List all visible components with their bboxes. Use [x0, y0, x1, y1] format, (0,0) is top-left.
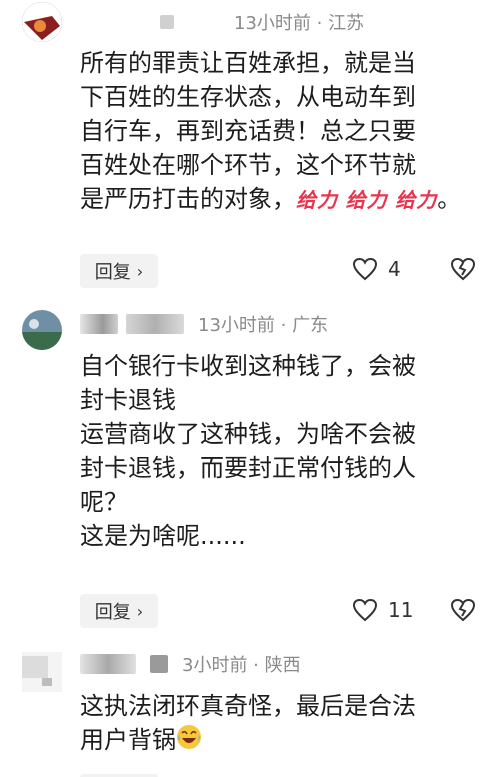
comment-time-location: 13小时前 · 江苏 [234, 13, 365, 34]
like-button[interactable]: 11 [352, 598, 413, 622]
avatar[interactable] [22, 2, 62, 42]
comment-meta: 13小时前 · 江苏 [160, 9, 364, 35]
sticker-word: 给力 [345, 188, 388, 212]
comment-line: 是严历打击的对象， [80, 185, 296, 213]
comment-line: 自个银行卡收到这种钱了，会被 [80, 352, 416, 380]
comment-line-last: 是严历打击的对象，给力 给力 给力。 [80, 182, 475, 217]
comment-time-location: 13小时前 · 广东 [198, 315, 329, 336]
comment-meta: 13小时前 · 广东 [80, 311, 328, 337]
username-redacted [80, 654, 136, 674]
reply-label: 回复 [94, 602, 131, 623]
comment-line: 所有的罪责让百姓承担，就是当 [80, 49, 416, 77]
comment-text: 自个银行卡收到这种钱了，会被 封卡退钱 运营商收了这种钱，为啥不会被 封卡退钱，… [80, 349, 475, 553]
heart-outline-icon [352, 257, 378, 281]
avatar[interactable] [22, 310, 62, 350]
username-redacted [160, 15, 174, 29]
avatar-image [22, 652, 62, 692]
like-count: 11 [388, 598, 414, 622]
avatar[interactable] [22, 652, 62, 692]
sticker-word: 给力 [395, 188, 438, 212]
username-redacted [126, 314, 184, 334]
comment-text: 所有的罪责让百姓承担，就是当 下百姓的生存状态，从电动车到 自行车，再到充话费！… [80, 46, 475, 217]
broken-heart-icon [450, 257, 476, 281]
crying-laughing-emoji [176, 724, 202, 759]
like-button[interactable]: 4 [352, 257, 401, 281]
username-redacted [150, 655, 168, 673]
comment-line: 用户背锅 [80, 726, 176, 754]
like-count: 4 [388, 257, 401, 281]
comment-line: 下百姓的生存状态，从电动车到 [80, 83, 416, 111]
avatar-image [22, 310, 62, 350]
comment-line: 百姓处在哪个环节，这个环节就 [80, 151, 416, 179]
comment-line: 封卡退钱，而要封正常付钱的人 [80, 454, 416, 482]
chevron-right-icon: › [136, 601, 144, 621]
sticker-word: 给力 [296, 188, 338, 212]
end-mark: 。 [437, 185, 462, 213]
chevron-right-icon: › [136, 261, 144, 281]
comment-line: 自行车，再到充话费！总之只要 [80, 117, 416, 145]
comment-line: 呢？ [80, 488, 128, 516]
comment-meta: 3小时前 · 陕西 [80, 651, 301, 677]
dislike-button[interactable] [450, 257, 476, 285]
broken-heart-icon [450, 598, 476, 622]
username-redacted [80, 314, 118, 334]
comment-line: 这是为啥呢...... [80, 522, 246, 550]
reply-label: 回复 [94, 262, 131, 283]
comment-line: 这执法闭环真奇怪，最后是合法 [80, 692, 416, 720]
comment-line: 运营商收了这种钱，为啥不会被 [80, 420, 416, 448]
reply-button[interactable]: 回复 › [80, 594, 158, 628]
comment-2: 13小时前 · 广东 自个银行卡收到这种钱了，会被 封卡退钱 运营商收了这种钱，… [0, 300, 500, 640]
comment-3: 3小时前 · 陕西 这执法闭环真奇怪，最后是合法 用户背锅 [0, 640, 500, 777]
heart-outline-icon [352, 598, 378, 622]
reply-button[interactable]: 回复 › [80, 254, 158, 288]
comment-line: 封卡退钱 [80, 386, 176, 414]
comment-line-last: 用户背锅 [80, 723, 475, 759]
comment-1: 13小时前 · 江苏 所有的罪责让百姓承担，就是当 下百姓的生存状态，从电动车到… [0, 0, 500, 300]
comment-text: 这执法闭环真奇怪，最后是合法 用户背锅 [80, 689, 475, 759]
avatar-image [22, 2, 62, 42]
dislike-button[interactable] [450, 598, 476, 626]
comment-time-location: 3小时前 · 陕西 [182, 655, 301, 676]
